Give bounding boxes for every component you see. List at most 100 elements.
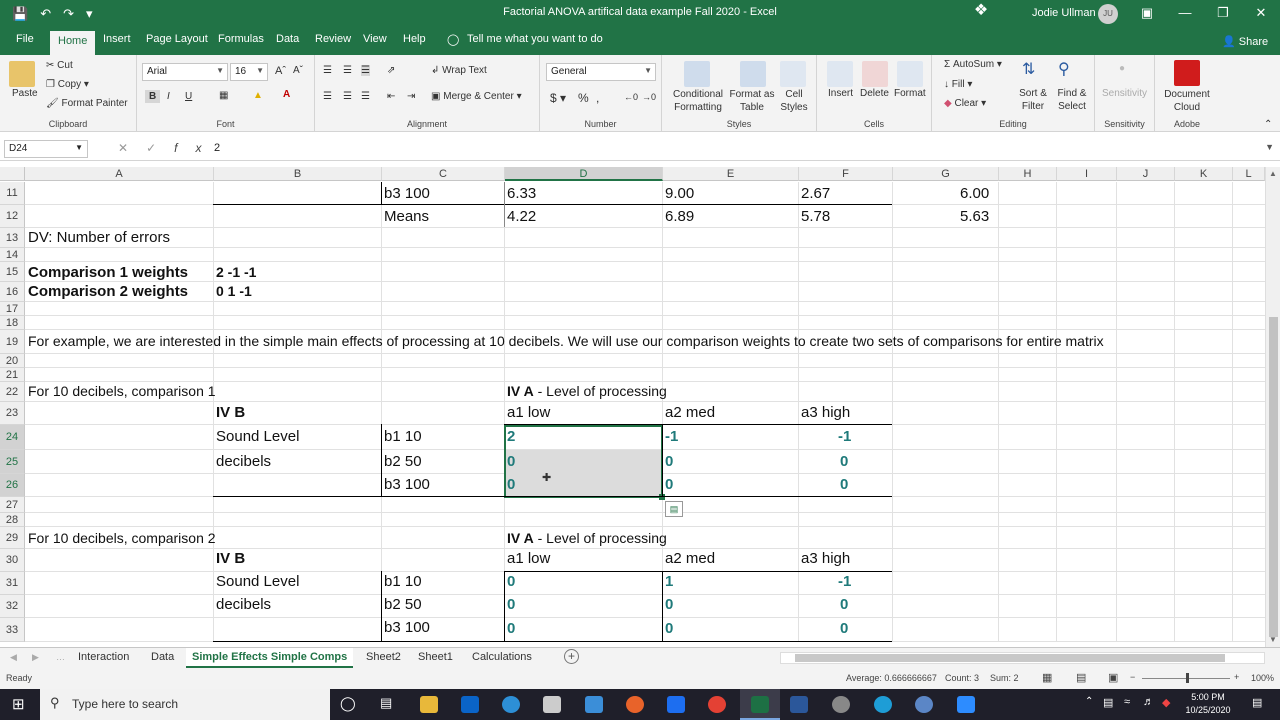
row-header[interactable]: 12 bbox=[0, 205, 25, 228]
paste-button[interactable]: Paste bbox=[12, 88, 38, 99]
clock[interactable]: 5:00 PM 10/25/2020 bbox=[1180, 691, 1236, 717]
network-icon[interactable]: ▤ bbox=[1103, 696, 1113, 709]
row-header[interactable]: 13 bbox=[0, 228, 25, 248]
expand-formula-icon[interactable]: ▼ bbox=[1265, 142, 1274, 152]
cell-f32[interactable]: 0 bbox=[840, 596, 848, 613]
enter-icon[interactable]: ✓ bbox=[146, 141, 174, 155]
mail-icon[interactable] bbox=[585, 696, 603, 713]
row-header[interactable]: 16 bbox=[0, 282, 25, 302]
cell-styles-button[interactable]: Cell Styles bbox=[776, 88, 812, 114]
cell-f31[interactable]: -1 bbox=[838, 573, 851, 590]
cell-a15[interactable]: Comparison 1 weights bbox=[28, 264, 188, 281]
font-size-combo[interactable]: 16 ▼ bbox=[230, 63, 268, 81]
formula-input[interactable]: 2 bbox=[214, 142, 220, 154]
tab-home[interactable]: Home bbox=[50, 31, 96, 55]
cell-c24[interactable]: b1 10 bbox=[384, 428, 422, 445]
cell-e26[interactable]: 0 bbox=[665, 476, 673, 493]
cell-f12[interactable]: 5.78 bbox=[801, 208, 830, 225]
row-header[interactable]: 28 bbox=[0, 513, 25, 527]
cell-d23[interactable]: a1 low bbox=[507, 404, 550, 421]
bold-button[interactable]: B bbox=[145, 90, 161, 103]
file-explorer-icon[interactable] bbox=[420, 696, 438, 713]
store-icon[interactable] bbox=[543, 696, 561, 713]
scroll-up-icon[interactable]: ▲ bbox=[1269, 169, 1277, 178]
row-header[interactable]: 17 bbox=[0, 302, 25, 316]
conditional-formatting-button[interactable]: Conditional Formatting bbox=[672, 88, 724, 114]
cell-e25[interactable]: 0 bbox=[665, 453, 673, 470]
copy-button[interactable]: ❐ Copy ▾ bbox=[46, 79, 89, 90]
tab-formulas[interactable]: Formulas bbox=[218, 33, 264, 45]
column-header-l[interactable]: L bbox=[1233, 167, 1265, 181]
row-header[interactable]: 31 bbox=[0, 572, 25, 595]
merge-center-button[interactable]: ▣ Merge & Center ▾ bbox=[431, 91, 522, 102]
task-view-icon[interactable]: ▤ bbox=[380, 695, 392, 711]
dropbox-icon[interactable]: ❖ bbox=[968, 0, 994, 22]
shrink-font-button[interactable]: Aˇ bbox=[293, 65, 303, 76]
outlook-icon[interactable] bbox=[461, 696, 479, 713]
zoom-in-icon[interactable]: + bbox=[1234, 672, 1239, 682]
tab-insert[interactable]: Insert bbox=[103, 33, 131, 45]
minimize-icon[interactable]: — bbox=[1166, 0, 1204, 28]
cell-b24[interactable]: Sound Level bbox=[216, 428, 299, 445]
adobe-pdf-icon[interactable] bbox=[1174, 60, 1200, 86]
row-header[interactable]: 24 bbox=[0, 425, 25, 450]
cell-e11[interactable]: 9.00 bbox=[665, 185, 694, 202]
cortana-icon[interactable]: ◯ bbox=[340, 695, 356, 712]
borders-icon[interactable]: ▦ bbox=[219, 90, 228, 101]
cell-d32[interactable]: 0 bbox=[507, 596, 515, 613]
percent-icon[interactable]: % bbox=[578, 91, 589, 105]
cell-f26[interactable]: 0 bbox=[840, 476, 848, 493]
edge-legacy-icon[interactable] bbox=[502, 696, 520, 713]
paste-icon[interactable] bbox=[9, 61, 35, 87]
cell-d11[interactable]: 6.33 bbox=[507, 185, 536, 202]
row-header[interactable]: 32 bbox=[0, 595, 25, 618]
sheet-tab-sheet1[interactable]: Sheet1 bbox=[418, 651, 453, 663]
clear-button[interactable]: ◆ Clear ▾ bbox=[944, 98, 986, 109]
cell-d26[interactable]: 0 bbox=[507, 476, 515, 493]
format-button[interactable]: Format bbox=[894, 88, 926, 99]
cell-a29[interactable]: For 10 decibels, comparison 2 bbox=[28, 530, 216, 546]
chevron-up-icon[interactable]: ⌃ bbox=[1085, 696, 1093, 707]
format-cells-icon[interactable] bbox=[897, 61, 923, 87]
column-header-b[interactable]: B bbox=[214, 167, 382, 181]
collapse-ribbon-icon[interactable]: ⌃ bbox=[1264, 119, 1272, 130]
cell-c11[interactable]: b3 100 bbox=[384, 185, 430, 202]
cell-e33[interactable]: 0 bbox=[665, 620, 673, 637]
cell-c12[interactable]: Means bbox=[384, 208, 429, 225]
close-icon[interactable]: ✕ bbox=[1242, 0, 1280, 28]
normal-view-icon[interactable]: ▦ bbox=[1042, 671, 1052, 684]
cancel-icon[interactable]: ✕ bbox=[118, 141, 146, 155]
cell-d12[interactable]: 4.22 bbox=[507, 208, 536, 225]
scroll-down-icon[interactable]: ▼ bbox=[1269, 635, 1277, 644]
cell-b25[interactable]: decibels bbox=[216, 453, 271, 470]
row-header[interactable]: 19 bbox=[0, 330, 25, 354]
cell-d33[interactable]: 0 bbox=[507, 620, 515, 637]
zoom-level[interactable]: 100% bbox=[1251, 673, 1274, 683]
format-table-icon[interactable] bbox=[740, 61, 766, 87]
delete-button[interactable]: Delete bbox=[860, 88, 889, 99]
tell-me-search[interactable]: Tell me what you want to do bbox=[467, 33, 603, 45]
cell-e32[interactable]: 0 bbox=[665, 596, 673, 613]
row-header[interactable]: 29 bbox=[0, 527, 25, 549]
cell-a13[interactable]: DV: Number of errors bbox=[28, 229, 170, 246]
column-header-k[interactable]: K bbox=[1175, 167, 1233, 181]
cell-b16[interactable]: 0 1 -1 bbox=[216, 283, 252, 299]
browser-icon[interactable] bbox=[915, 696, 933, 713]
row-header[interactable]: 26 bbox=[0, 474, 25, 497]
windows-start-icon[interactable]: ⊞ bbox=[12, 695, 25, 713]
cell-b31[interactable]: Sound Level bbox=[216, 573, 299, 590]
fx-icon[interactable]: fx bbox=[174, 141, 219, 155]
worksheet-grid[interactable]: b3 100 6.33 9.00 2.67 6.00 Means 4.22 6.… bbox=[25, 182, 1265, 642]
zoom-out-icon[interactable]: − bbox=[1130, 672, 1135, 682]
cell-c26[interactable]: b3 100 bbox=[384, 476, 430, 493]
cell-a22[interactable]: For 10 decibels, comparison 1 bbox=[28, 383, 216, 399]
avatar[interactable]: JU bbox=[1098, 4, 1118, 24]
column-header-g[interactable]: G bbox=[893, 167, 999, 181]
sheet-tab-data[interactable]: Data bbox=[151, 651, 174, 663]
italic-button[interactable]: I bbox=[167, 91, 170, 102]
add-sheet-icon[interactable]: + bbox=[564, 649, 579, 664]
row-header[interactable]: 20 bbox=[0, 354, 25, 368]
row-header[interactable]: 27 bbox=[0, 497, 25, 513]
maximize-icon[interactable]: ❐ bbox=[1204, 0, 1242, 28]
dropbox-app-icon[interactable] bbox=[667, 696, 685, 713]
